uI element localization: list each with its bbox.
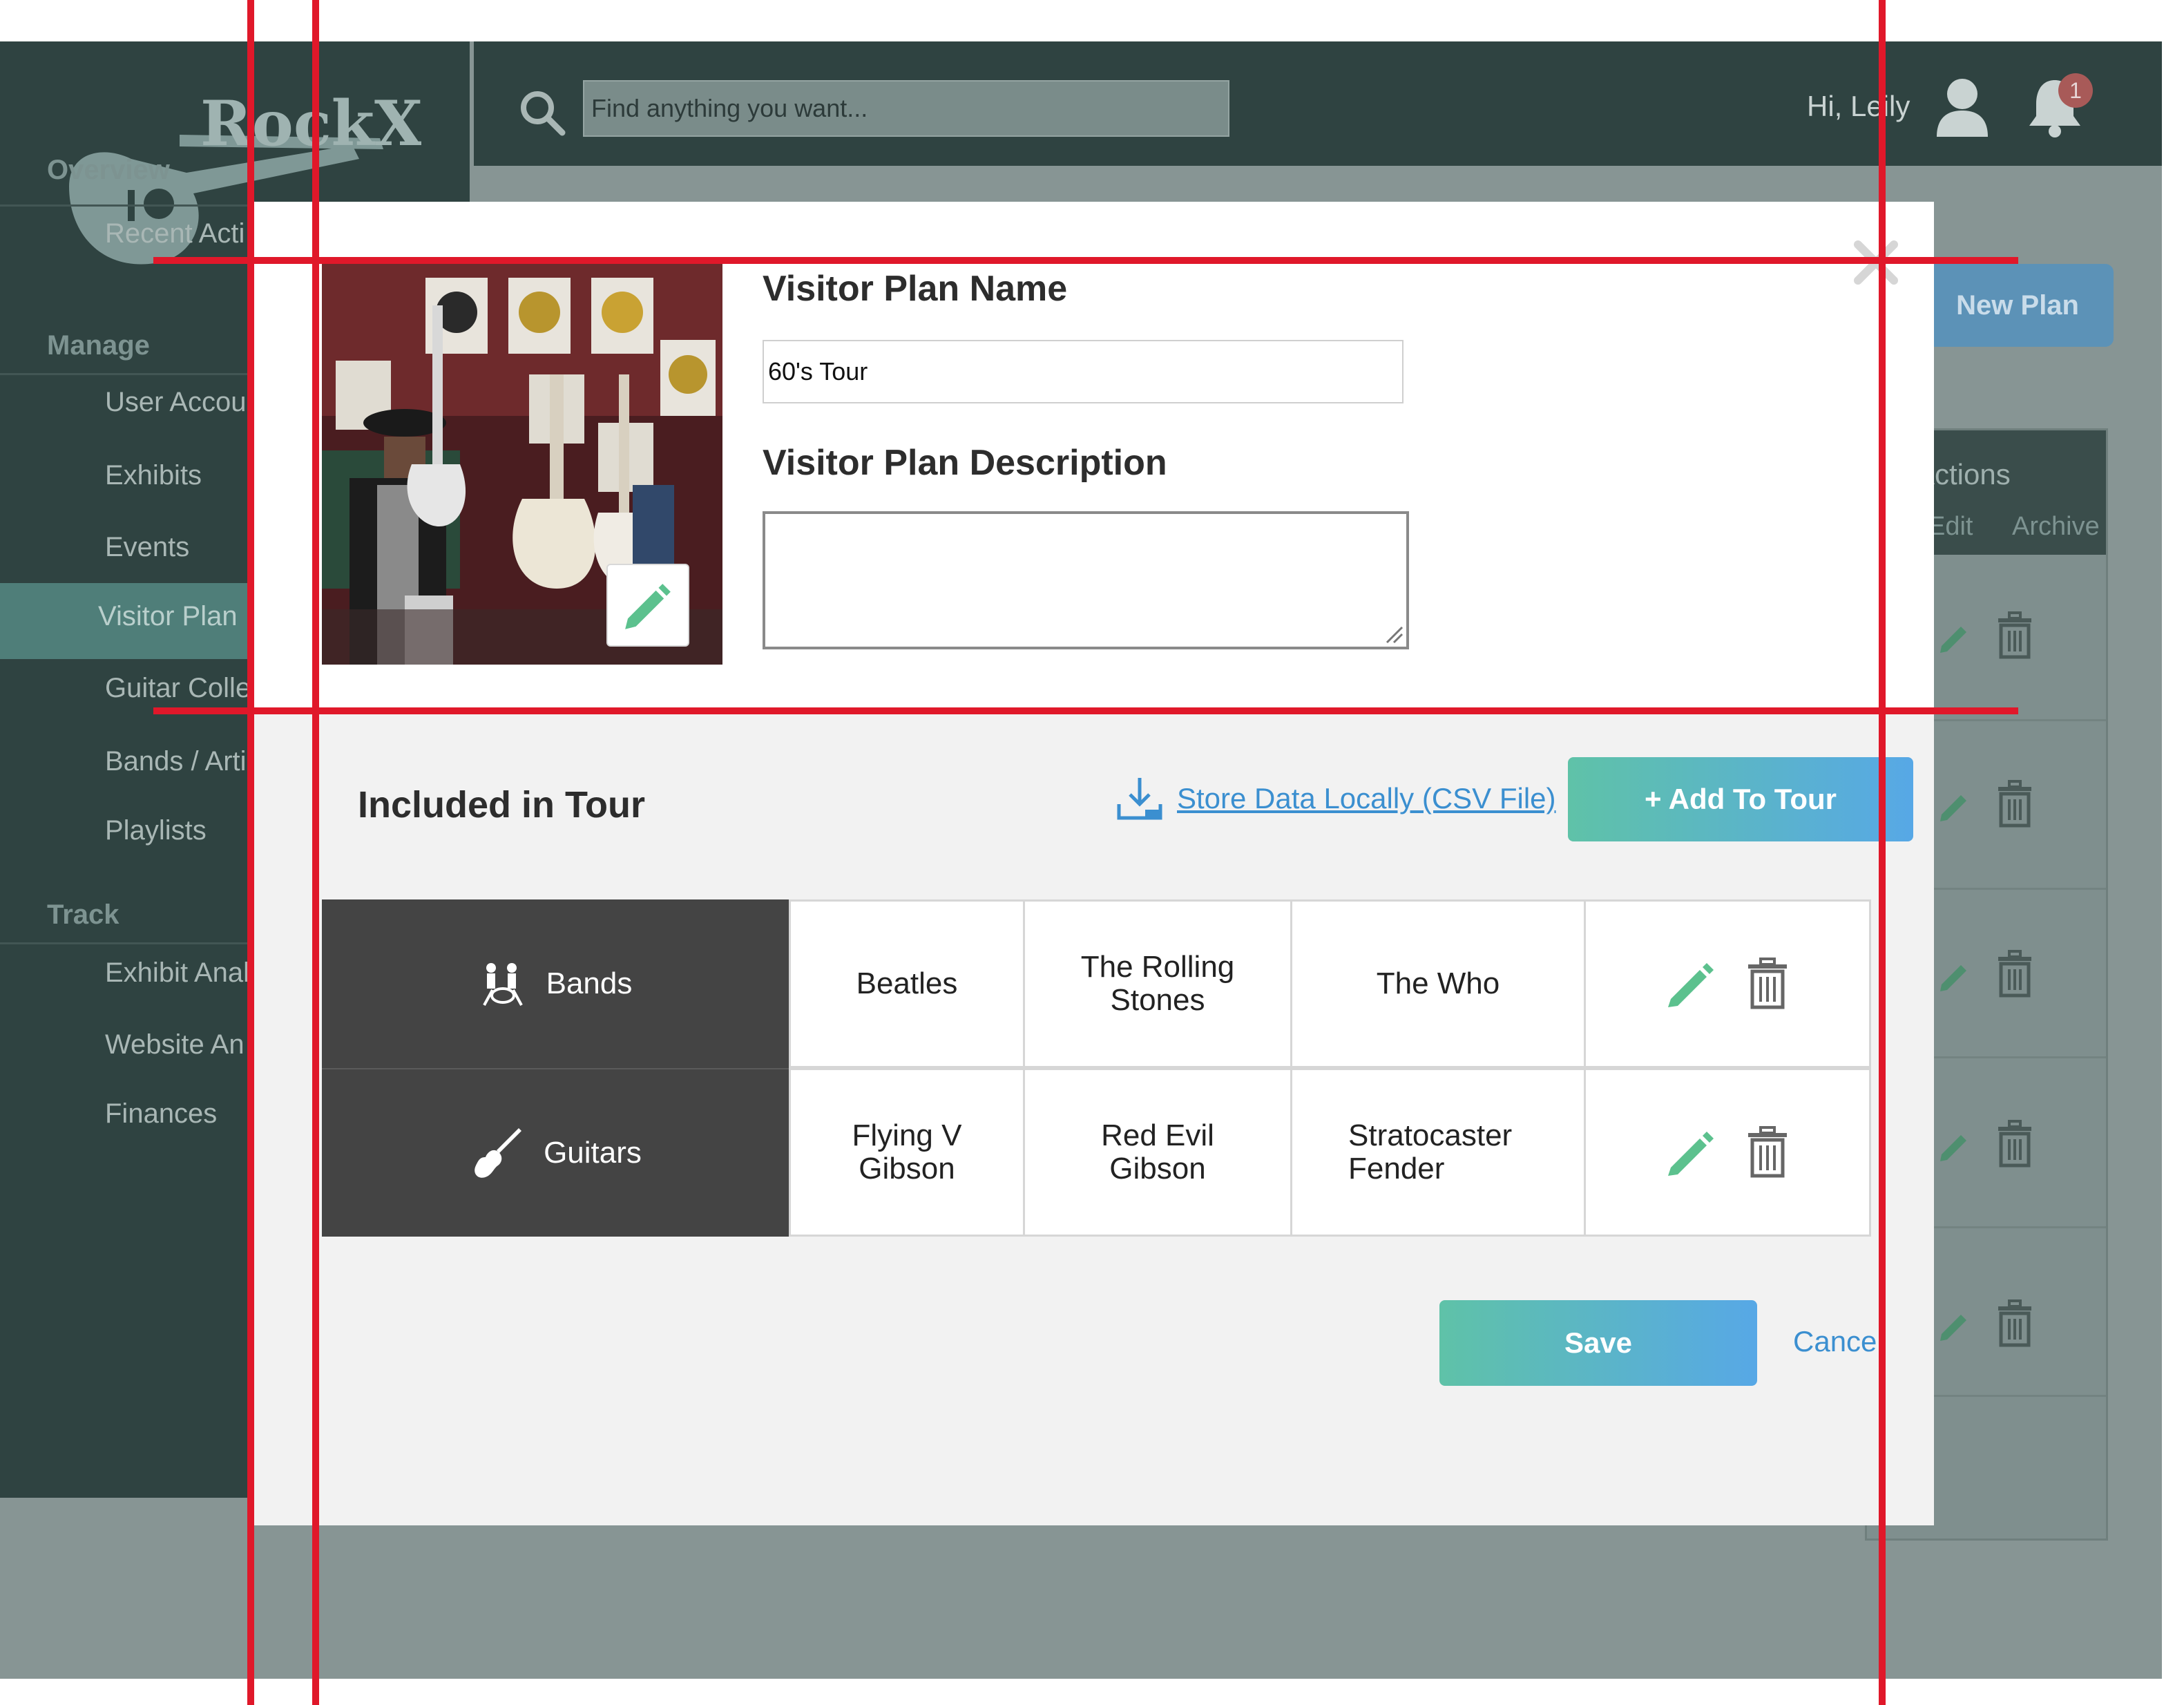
sidebar-item-guitar-collection[interactable]: Guitar Colle	[105, 673, 251, 704]
pencil-icon[interactable]	[1936, 957, 1975, 996]
tour-item-cell[interactable]: Stratocaster Fender	[1290, 1068, 1586, 1237]
search-input[interactable]: Find anything you want...	[583, 80, 1229, 137]
user-greeting: Hi, Leily	[1807, 90, 1910, 122]
trash-icon[interactable]	[1994, 950, 2035, 998]
download-icon[interactable]	[1115, 775, 1165, 825]
sidebar-item-events[interactable]: Events	[105, 532, 189, 563]
sidebar-section-manage: Manage	[47, 330, 150, 361]
add-to-tour-button[interactable]: + Add To Tour	[1568, 757, 1913, 841]
tour-item-label: Stratocaster Fender	[1348, 1118, 1513, 1185]
sidebar-section-overview: Overview	[47, 155, 170, 185]
tour-item-label: Red Evil Gibson	[1101, 1118, 1214, 1185]
pencil-icon[interactable]	[1665, 1126, 1718, 1179]
trash-icon[interactable]	[1745, 1126, 1790, 1179]
pencil-icon[interactable]	[1936, 787, 1975, 826]
table-row: Guitars Flying V Gibson Red Evil Gibson …	[322, 1068, 1877, 1237]
sidebar-item-visitor-plan[interactable]: Visitor Plan	[98, 601, 238, 632]
electric-guitar-icon	[475, 1128, 522, 1178]
sidebar-item-exhibits[interactable]: Exhibits	[105, 460, 202, 491]
sidebar-item-bands-artists[interactable]: Bands / Arti	[105, 746, 247, 777]
included-in-tour-title: Included in Tour	[358, 784, 645, 826]
tour-item-cell[interactable]: The Who	[1290, 899, 1586, 1068]
guide-line-vertical	[312, 0, 319, 1705]
category-cell: Bands	[322, 899, 789, 1068]
svg-text:RockX: RockX	[200, 87, 421, 160]
search-icon[interactable]	[518, 88, 566, 137]
pencil-icon[interactable]	[1665, 958, 1718, 1010]
edit-photo-button[interactable]	[606, 564, 689, 647]
sidebar-item-finances[interactable]: Finances	[105, 1098, 217, 1130]
category-label-guitars: Guitars	[544, 1136, 642, 1170]
trash-icon[interactable]	[1745, 958, 1790, 1010]
tour-item-label: The Who	[1376, 966, 1500, 1000]
plan-name-label: Visitor Plan Name	[763, 269, 1068, 309]
category-cell: Guitars	[322, 1068, 789, 1237]
pencil-icon[interactable]	[1936, 618, 1975, 657]
trash-icon[interactable]	[1994, 1120, 2035, 1168]
tour-item-cell[interactable]: The Rolling Stones	[1023, 899, 1292, 1068]
pencil-icon[interactable]	[1936, 1306, 1975, 1345]
pencil-icon[interactable]	[1936, 1127, 1975, 1165]
sidebar-section-track: Track	[47, 899, 119, 930]
table-row: Bands Beatles The Rolling Stones The Who	[322, 899, 1877, 1068]
save-button[interactable]: Save	[1439, 1300, 1757, 1386]
archive-column-label: Archive	[2012, 512, 2100, 541]
visitor-plan-modal: Visitor Plan Name 60's Tour Visitor Plan…	[254, 202, 1934, 1525]
user-avatar-icon[interactable]	[1934, 76, 1991, 138]
trash-icon[interactable]	[1994, 611, 2035, 660]
tour-item-label: The Rolling Stones	[1080, 950, 1235, 1017]
trash-icon[interactable]	[1994, 1299, 2035, 1348]
resize-grip-icon[interactable]	[1384, 625, 1404, 644]
row-actions-cell	[1584, 899, 1871, 1068]
guide-line-vertical	[247, 0, 254, 1705]
store-data-csv-link[interactable]: Store Data Locally (CSV File)	[1177, 782, 1556, 815]
notification-badge: 1	[2058, 73, 2093, 108]
row-actions-cell	[1584, 1068, 1871, 1237]
pencil-icon	[625, 584, 671, 629]
band-icon	[482, 963, 523, 1006]
sidebar-item-exhibit-analytics[interactable]: Exhibit Anal	[105, 958, 249, 989]
sidebar-item-playlists[interactable]: Playlists	[105, 815, 207, 846]
sidebar-item-user-accounts[interactable]: User Accou	[105, 387, 247, 418]
edit-column-label: Edit	[1928, 512, 1973, 541]
tour-item-cell[interactable]: Beatles	[789, 899, 1025, 1068]
sidebar-item-website-analytics[interactable]: Website An	[105, 1029, 245, 1060]
cancel-link[interactable]: Cancel	[1793, 1325, 1884, 1358]
plan-description-textarea[interactable]	[763, 511, 1409, 649]
tour-item-cell[interactable]: Flying V Gibson	[789, 1068, 1025, 1237]
tour-item-label: Flying V Gibson	[852, 1118, 962, 1185]
sidebar-item-recent-activity[interactable]: Recent Acti	[105, 218, 245, 249]
plan-description-label: Visitor Plan Description	[763, 443, 1167, 483]
tour-item-cell[interactable]: Red Evil Gibson	[1023, 1068, 1292, 1237]
guide-line-horizontal	[153, 257, 2018, 264]
plan-name-input[interactable]: 60's Tour	[763, 340, 1404, 403]
tour-item-label: Beatles	[856, 966, 958, 1000]
guide-line-vertical	[1879, 0, 1886, 1705]
guide-line-horizontal	[153, 707, 2018, 714]
category-label-bands: Bands	[546, 966, 633, 1000]
trash-icon[interactable]	[1994, 780, 2035, 828]
